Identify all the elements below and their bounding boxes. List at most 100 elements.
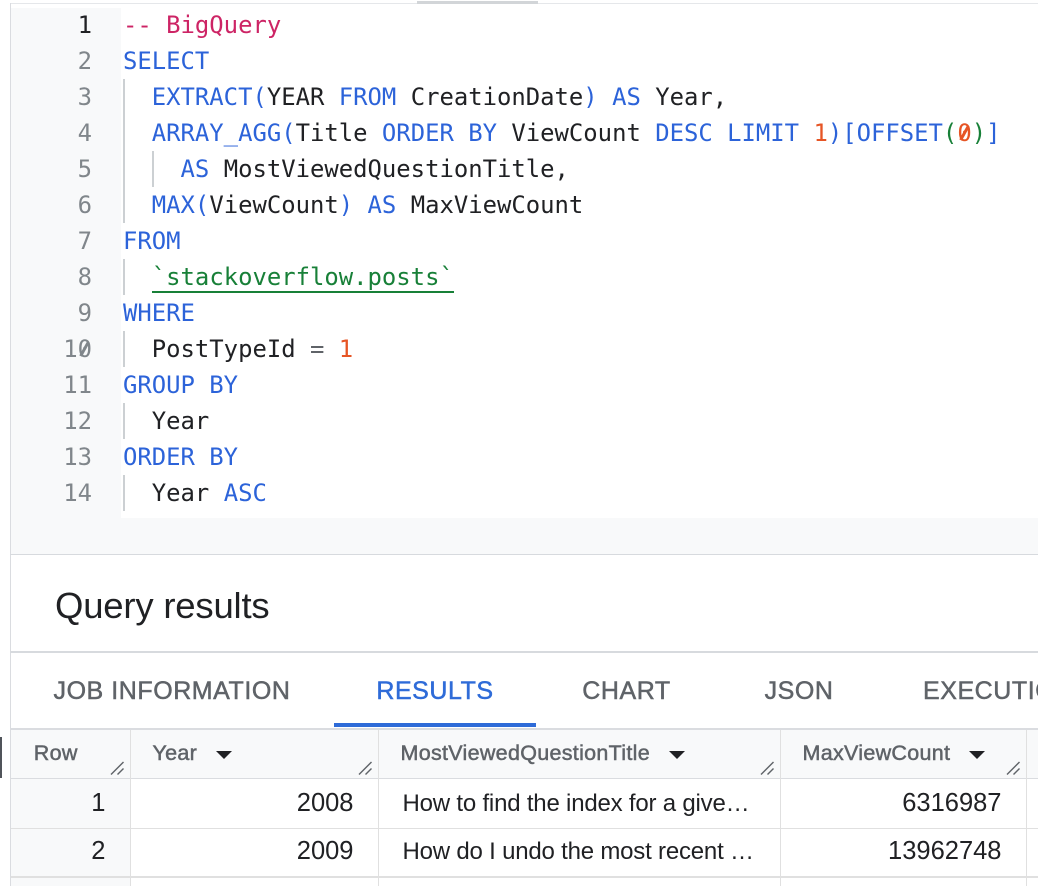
table-vertical-gridline bbox=[1026, 730, 1027, 886]
tab-job-information[interactable]: JOB INFORMATION bbox=[11, 653, 333, 728]
code-line-4[interactable]: ARRAY_AGG(Title ORDER BY ViewCount DESC … bbox=[123, 115, 1000, 151]
column-header-row[interactable]: Row bbox=[11, 730, 130, 778]
code-token-grn: ( bbox=[943, 119, 957, 147]
sort-dropdown-icon[interactable] bbox=[969, 751, 985, 759]
code-token-kw: ) AS bbox=[583, 83, 641, 111]
line-number-7: 7 bbox=[32, 223, 92, 259]
code-token-kw: ) AS bbox=[339, 191, 397, 219]
indent-guide bbox=[123, 403, 125, 439]
tab-label: CHART bbox=[582, 677, 670, 706]
code-token-kw: ] bbox=[986, 119, 1000, 147]
code-line-13[interactable]: ORDER BY bbox=[123, 439, 238, 475]
code-token-id: Year, bbox=[641, 83, 727, 111]
code-token-id: MaxViewCount bbox=[396, 191, 583, 219]
tab-label: EXECUTION DETAILS bbox=[923, 677, 1038, 706]
code-line-2[interactable]: SELECT bbox=[123, 43, 209, 79]
line-number-14: 14 bbox=[32, 475, 92, 511]
indent-guide bbox=[152, 151, 154, 187]
code-token-kw: ASC bbox=[224, 479, 267, 507]
code-token-op: = bbox=[310, 335, 324, 363]
table-reference-link[interactable]: `stackoverflow.posts` bbox=[152, 263, 454, 293]
tab-label: JSON bbox=[765, 677, 834, 706]
code-token-id: YEAR bbox=[267, 83, 339, 111]
indent-guide bbox=[123, 259, 125, 295]
code-token-grn: ) bbox=[972, 119, 986, 147]
column-label: MaxViewCount bbox=[780, 741, 950, 766]
code-token-num: 0 bbox=[957, 119, 971, 147]
line-number-9: 9 bbox=[32, 295, 92, 331]
sort-dropdown-icon[interactable] bbox=[669, 751, 685, 759]
code-token-id: ViewCount bbox=[497, 119, 655, 147]
line-number-4: 4 bbox=[32, 115, 92, 151]
code-line-3[interactable]: EXTRACT(YEAR FROM CreationDate) AS Year, bbox=[123, 79, 727, 115]
code-token-kw: GROUP BY bbox=[123, 371, 238, 399]
code-line-6[interactable]: MAX(ViewCount) AS MaxViewCount bbox=[123, 187, 583, 223]
line-number-11: 11 bbox=[32, 367, 92, 403]
table-vertical-gridline bbox=[378, 730, 379, 886]
tab-chart[interactable]: CHART bbox=[536, 653, 717, 728]
tab-json[interactable]: JSON bbox=[717, 653, 881, 728]
code-token-id: ViewCount bbox=[209, 191, 338, 219]
column-resize-handle-icon[interactable] bbox=[358, 761, 373, 776]
line-number-2: 2 bbox=[32, 43, 92, 79]
code-token-kw: MAX( bbox=[123, 191, 209, 219]
cell-r2-mostviewedquestiontitle[interactable]: How do I undo the most recent … bbox=[378, 828, 780, 876]
code-token-kw: SELECT bbox=[123, 47, 209, 75]
cell-r2-maxviewcount[interactable]: 13962748 bbox=[780, 828, 1026, 876]
column-resize-handle-icon[interactable] bbox=[1006, 761, 1021, 776]
editor-line-number-gutter: 1234567891011121314 bbox=[11, 8, 121, 518]
cell-r2-year[interactable]: 2009 bbox=[130, 828, 378, 876]
line-number-12: 12 bbox=[32, 403, 92, 439]
left-vertical-scrollbar-thumb[interactable] bbox=[0, 737, 2, 778]
code-token-id: MostViewedQuestionTitle, bbox=[209, 155, 569, 183]
code-token-kw: FROM bbox=[123, 227, 181, 255]
cell-r1-row[interactable]: 1 bbox=[11, 779, 130, 827]
code-token-kw: EXTRACT( bbox=[123, 83, 267, 111]
code-token-kw: )[OFFSET bbox=[828, 119, 943, 147]
code-line-8[interactable]: `stackoverflow.posts` bbox=[123, 259, 454, 295]
code-line-1[interactable]: -- BigQuery bbox=[123, 7, 281, 43]
cell-r1-year[interactable]: 2008 bbox=[130, 779, 378, 827]
tab-results[interactable]: RESULTS bbox=[334, 653, 536, 728]
indent-guide bbox=[123, 475, 125, 511]
code-line-5[interactable]: AS MostViewedQuestionTitle, bbox=[123, 151, 569, 187]
table-vertical-gridline bbox=[780, 730, 781, 886]
column-header-year[interactable]: Year bbox=[130, 730, 378, 778]
table-row-border bbox=[11, 876, 1038, 877]
column-header-mostviewedquestiontitle[interactable]: MostViewedQuestionTitle bbox=[378, 730, 780, 778]
code-token-kw: DESC LIMIT bbox=[655, 119, 799, 147]
code-token-id bbox=[123, 263, 152, 291]
table-header-row: RowYear MostViewedQuestionTitleMaxViewCou… bbox=[11, 730, 1038, 778]
code-line-10[interactable]: PostTypeId = 1 bbox=[123, 331, 353, 367]
code-token-id: Year bbox=[123, 479, 224, 507]
editor-code-area[interactable]: -- BigQuery SELECT EXTRACT(YEAR FROM Crea… bbox=[123, 7, 1038, 511]
code-line-7[interactable]: FROM bbox=[123, 223, 181, 259]
sort-dropdown-icon[interactable] bbox=[216, 751, 232, 759]
cell-r1-maxviewcount[interactable]: 6316987 bbox=[780, 779, 1026, 827]
column-header-maxviewcount[interactable]: MaxViewCount bbox=[780, 730, 1026, 778]
code-token-id: PostTypeId bbox=[123, 335, 310, 363]
code-token-kw: ARRAY_AGG( bbox=[123, 119, 296, 147]
code-token-id bbox=[799, 119, 813, 147]
tab-label: RESULTS bbox=[376, 677, 493, 706]
code-token-id bbox=[324, 335, 338, 363]
code-line-9[interactable]: WHERE bbox=[123, 295, 195, 331]
code-token-id: Title bbox=[296, 119, 382, 147]
cell-r1-mostviewedquestiontitle[interactable]: How to find the index for a give… bbox=[378, 779, 780, 827]
column-resize-handle-icon[interactable] bbox=[110, 761, 125, 776]
line-number-13: 13 bbox=[32, 439, 92, 475]
column-label: Year bbox=[130, 741, 197, 766]
code-token-kw: AS bbox=[123, 155, 209, 183]
code-line-12[interactable]: Year bbox=[123, 403, 209, 439]
active-tab-underline bbox=[334, 723, 536, 728]
cell-r2-row[interactable]: 2 bbox=[11, 828, 130, 876]
code-line-14[interactable]: Year ASC bbox=[123, 475, 267, 511]
results-tab-bar: JOB INFORMATION RESULTS CHART JSON EXECUTION… bbox=[10, 653, 1038, 728]
code-token-kw: WHERE bbox=[123, 299, 195, 327]
code-token-num: 1 bbox=[339, 335, 353, 363]
column-resize-handle-icon[interactable] bbox=[760, 761, 775, 776]
tab-execution-details[interactable]: EXECUTION DETAILS bbox=[881, 653, 1038, 728]
code-line-11[interactable]: GROUP BY bbox=[123, 367, 238, 403]
table-row-border bbox=[11, 828, 1038, 829]
line-number-5: 5 bbox=[32, 151, 92, 187]
